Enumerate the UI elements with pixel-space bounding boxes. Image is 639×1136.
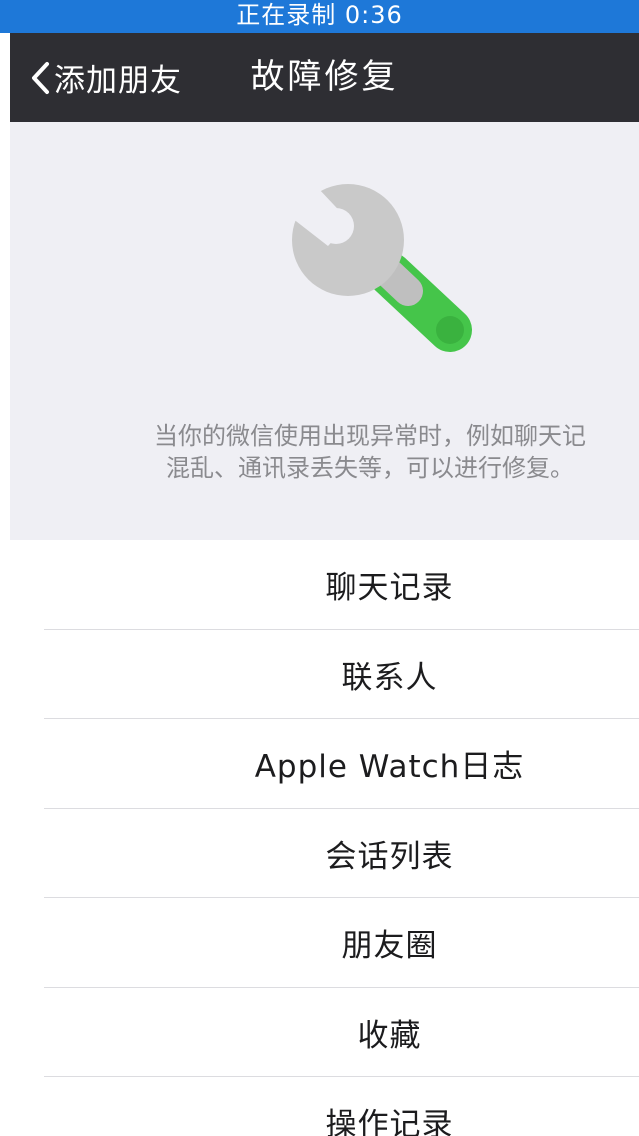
- repair-option-apple-watch-log[interactable]: Apple Watch日志: [10, 719, 639, 809]
- repair-option-contacts[interactable]: 联系人: [10, 630, 639, 720]
- repair-option-moments[interactable]: 朋友圈: [10, 898, 639, 988]
- screen: 正在录制 0:36 添加朋友 故障修复 当你的微信使用出现异常时，例如聊天记 混…: [0, 0, 639, 1136]
- navigation-bar: 添加朋友 故障修复: [10, 33, 639, 122]
- recording-status-text: 正在录制 0:36: [236, 1, 403, 29]
- repair-option-chat-history[interactable]: 聊天记录: [10, 540, 639, 630]
- repair-option-chat-list[interactable]: 会话列表: [10, 809, 639, 899]
- page-title: 故障修复: [250, 57, 399, 97]
- repair-option-operation-log[interactable]: 操作记录: [10, 1077, 639, 1136]
- wrench-icon: [278, 178, 498, 382]
- repair-option-favorites[interactable]: 收藏: [10, 988, 639, 1078]
- recording-status-bar: 正在录制 0:36: [0, 0, 639, 33]
- repair-description: 当你的微信使用出现异常时，例如聊天记 混乱、通讯录丢失等，可以进行修复。: [90, 420, 639, 484]
- description-line: 当你的微信使用出现异常时，例如聊天记: [154, 422, 586, 450]
- description-line: 混乱、通讯录丢失等，可以进行修复。: [166, 454, 574, 482]
- repair-options-list: 聊天记录 联系人 Apple Watch日志 会话列表 朋友圈 收藏 操作记录: [10, 540, 639, 1136]
